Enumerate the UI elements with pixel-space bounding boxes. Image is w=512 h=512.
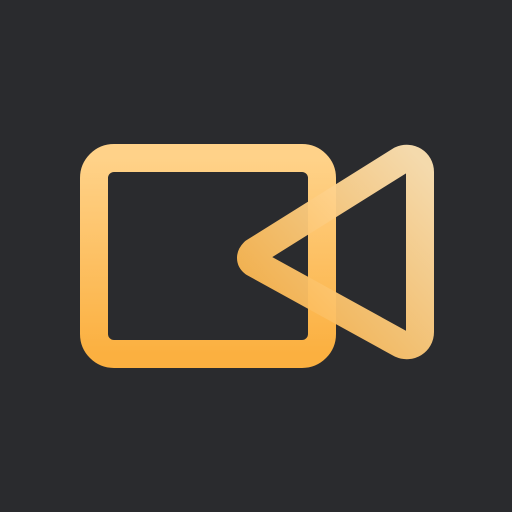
app-icon-canvas [0,0,512,512]
video-camera-icon [80,144,434,368]
camera-body-shape [80,144,336,368]
